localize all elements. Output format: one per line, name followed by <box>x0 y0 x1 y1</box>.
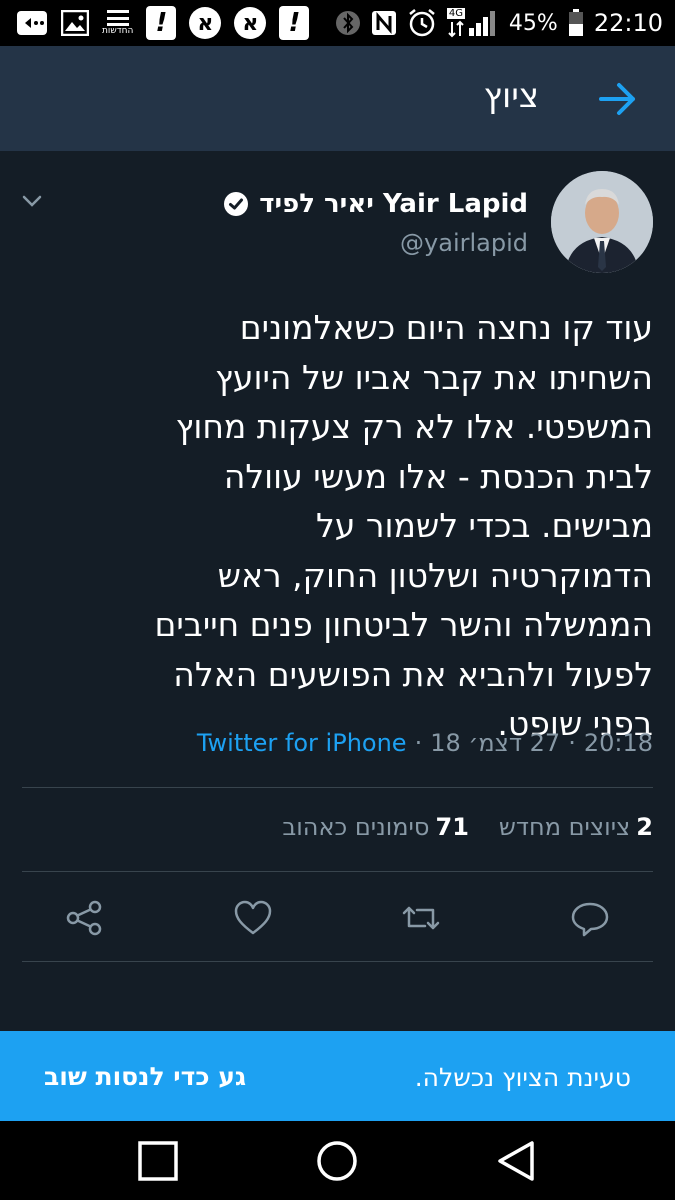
battery-icon <box>568 9 584 37</box>
error-snackbar: טעינת הציוץ נכשלה. גע כדי לנסות שוב <box>0 1031 675 1121</box>
retweets-label: ציוצים מחדש <box>498 813 631 841</box>
whatsapp-icon <box>16 10 48 36</box>
likes-count: 71 <box>435 813 469 841</box>
app-header: ציוץ <box>0 46 675 151</box>
news-icon: החדשות <box>102 10 133 36</box>
retweet-icon[interactable] <box>401 898 441 938</box>
display-name[interactable]: יאיר לפיד Yair Lapid <box>259 189 528 219</box>
arrow-right-icon[interactable] <box>597 78 639 120</box>
bluetooth-icon <box>335 10 361 36</box>
retweets-stat[interactable]: 2ציוצים מחדש <box>499 813 653 841</box>
tweet-time: 20:18 <box>583 729 653 757</box>
tweet-source-link[interactable]: Twitter for iPhone <box>197 729 407 757</box>
author-name-row: יאיר לפיד Yair Lapid <box>223 189 528 219</box>
reply-icon[interactable] <box>570 898 610 938</box>
tweet-stats: 2ציוצים מחדש 71סימונים כאהוב <box>282 813 653 841</box>
walla-icon: א <box>234 7 267 39</box>
share-icon[interactable] <box>64 898 104 938</box>
like-icon[interactable] <box>233 898 273 938</box>
meta-separator: · <box>568 729 576 757</box>
alarm-icon <box>407 8 437 38</box>
clock: 22:10 <box>593 9 663 37</box>
status-bar: החדשות ! א א ! 4G 45% 22:10 <box>0 0 675 46</box>
divider <box>22 871 653 872</box>
chevron-down-icon[interactable] <box>20 189 44 213</box>
page-title: ציוץ <box>483 76 539 116</box>
verified-badge-icon <box>224 192 249 216</box>
ynet-icon: ! <box>146 6 177 40</box>
likes-stat[interactable]: 71סימונים כאהוב <box>282 813 469 841</box>
likes-label: סימונים כאהוב <box>282 813 430 841</box>
nfc-icon <box>371 10 397 36</box>
back-icon[interactable] <box>494 1139 538 1183</box>
handle[interactable]: @yairlapid <box>400 229 528 257</box>
tweet-meta: 20:18·27 דצמ׳ 18·Twitter for iPhone <box>197 729 653 757</box>
meta-separator: · <box>414 729 423 757</box>
tweet-text: עוד קו נחצה היום כשאלמונים השחיתו את קבר… <box>154 308 653 743</box>
snackbar-message: טעינת הציוץ נכשלה. <box>414 1063 631 1092</box>
recent-apps-icon[interactable] <box>136 1139 180 1183</box>
tweet-detail: יאיר לפיד Yair Lapid @yairlapid עוד קו נ… <box>0 151 675 1031</box>
avatar[interactable] <box>551 171 653 273</box>
network-label: 4G <box>446 8 466 19</box>
system-nav-bar <box>0 1121 675 1200</box>
signal-icon: 4G <box>446 8 499 38</box>
walla-icon: א <box>189 7 222 39</box>
divider <box>22 787 653 788</box>
tweet-actions <box>0 886 675 946</box>
divider <box>22 961 653 962</box>
retry-button[interactable]: גע כדי לנסות שוב <box>44 1062 246 1091</box>
ynet-icon: ! <box>279 6 310 40</box>
tweet-date: 27 דצמ׳ 18 <box>430 729 561 757</box>
battery-percent: 45% <box>508 10 558 36</box>
retweets-count: 2 <box>636 813 653 841</box>
home-icon[interactable] <box>315 1139 359 1183</box>
news-label: החדשות <box>102 26 134 36</box>
gallery-icon <box>61 10 89 36</box>
